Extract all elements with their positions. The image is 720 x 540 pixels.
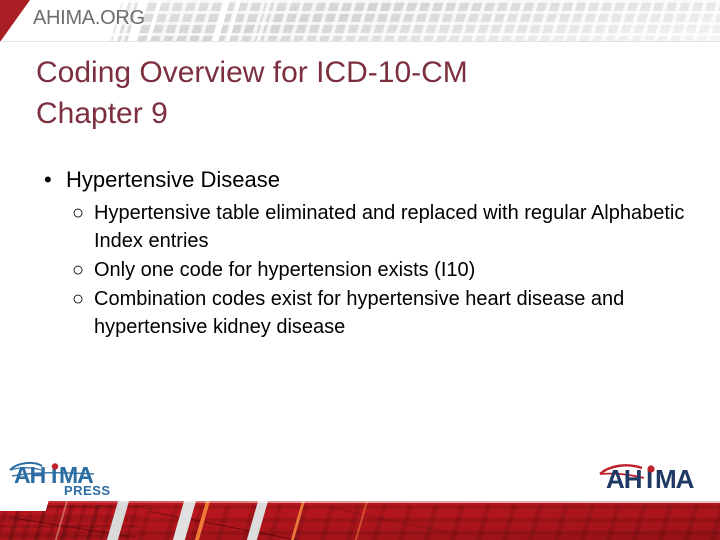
slide-body: • Hypertensive Disease ○ Hypertensive ta… — [36, 164, 696, 347]
bottom-banner-highlight — [0, 501, 720, 503]
bullet-list-level-1: • Hypertensive Disease ○ Hypertensive ta… — [36, 164, 696, 341]
svg-text:AH: AH — [606, 464, 642, 494]
bottom-banner — [0, 501, 720, 540]
page-title: Coding Overview for ICD-10-CM Chapter 9 — [36, 52, 656, 134]
corner-triangle-icon — [0, 0, 30, 42]
list-item: ○ Only one code for hypertension exists … — [66, 256, 696, 284]
top-banner-dot-pattern — [93, 0, 720, 42]
list-item-label: Combination codes exist for hypertensive… — [94, 288, 625, 338]
bullet-circle-icon: ○ — [72, 288, 85, 310]
list-item: ○ Hypertensive table eliminated and repl… — [66, 199, 696, 255]
list-item: ○ Combination codes exist for hypertensi… — [66, 285, 696, 341]
svg-text:MA: MA — [655, 464, 695, 494]
page-title-line-2: Chapter 9 — [36, 97, 168, 130]
banner-divider — [0, 41, 720, 42]
header-brand-text: AHIMA.ORG — [33, 7, 145, 29]
bullet-dot-icon: • — [44, 167, 52, 192]
svg-text:PRESS: PRESS — [64, 483, 111, 498]
list-item-label: Only one code for hypertension exists (I… — [94, 259, 476, 281]
bullet-circle-icon: ○ — [72, 202, 85, 224]
ahima-logo: AH I MA — [598, 461, 708, 494]
list-item-label: Hypertensive table eliminated and replac… — [94, 202, 685, 252]
slide: AHIMA.ORG Coding Overview for ICD-10-CM … — [0, 0, 720, 540]
list-item: • Hypertensive Disease ○ Hypertensive ta… — [36, 164, 696, 341]
top-banner: AHIMA.ORG — [0, 0, 720, 42]
bullet-circle-icon: ○ — [72, 259, 85, 281]
ahima-press-logo: AH I MA PRESS — [8, 458, 123, 498]
page-title-line-1: Coding Overview for ICD-10-CM — [36, 56, 468, 89]
bullet-list-level-2: ○ Hypertensive table eliminated and repl… — [66, 199, 696, 341]
list-item-label: Hypertensive Disease — [66, 167, 280, 192]
